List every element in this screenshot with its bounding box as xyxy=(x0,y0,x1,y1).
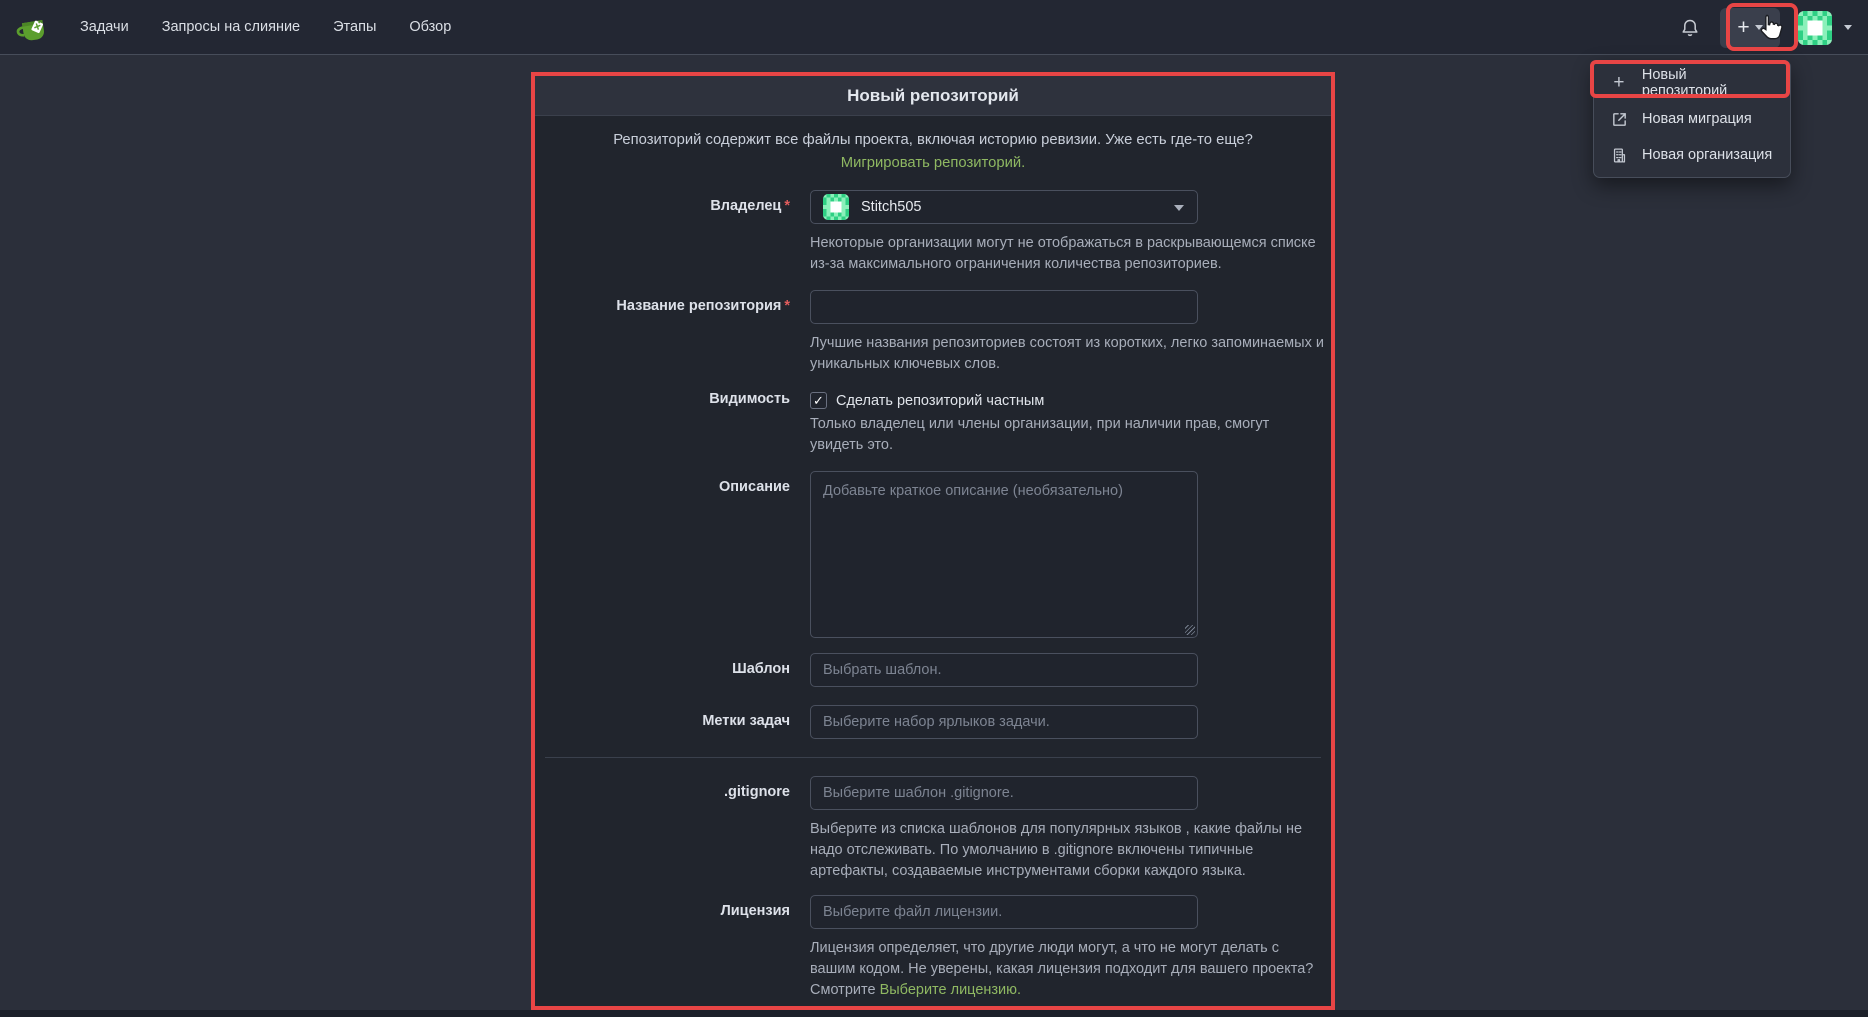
top-navbar: Задачи Запросы на слияние Этапы Обзор + xyxy=(0,0,1868,55)
license-input[interactable] xyxy=(810,895,1198,929)
create-dropdown-menu: + Новый репозиторий Новая миграция Новая… xyxy=(1593,60,1791,178)
create-new-button[interactable]: + xyxy=(1720,8,1780,48)
menu-item-label: Новый репозиторий xyxy=(1642,67,1775,99)
gitignore-input[interactable] xyxy=(810,776,1198,810)
intro-text: Репозиторий содержит все файлы проекта, … xyxy=(613,132,1253,148)
section-divider xyxy=(545,757,1321,758)
gitignore-help-text: Выберите из списка шаблонов для популярн… xyxy=(810,819,1324,882)
avatar-chevron-down-icon[interactable] xyxy=(1844,25,1852,30)
description-row: Описание xyxy=(535,471,1331,638)
panel-intro: Репозиторий содержит все файлы проекта, … xyxy=(535,116,1331,185)
new-repository-form: Владелец* xyxy=(535,185,1331,1001)
menu-item-label: Новая миграция xyxy=(1642,111,1752,127)
visibility-help-text: Только владелец или члены организации, п… xyxy=(810,414,1324,456)
gitignore-row: .gitignore Выберите из списка шаблонов д… xyxy=(535,776,1331,882)
template-label: Шаблон xyxy=(535,653,800,687)
migrate-repository-link[interactable]: Мигрировать репозиторий. xyxy=(841,155,1025,171)
owner-help-text: Некоторые организации могут не отображат… xyxy=(810,233,1324,275)
plus-icon: + xyxy=(1737,17,1749,38)
panel-title: Новый репозиторий xyxy=(535,76,1331,116)
visibility-row: Видимость ✓ Сделать репозиторий частным … xyxy=(535,390,1331,456)
nav-item-explore[interactable]: Обзор xyxy=(409,19,451,35)
repo-name-input[interactable] xyxy=(810,290,1198,324)
issue-labels-label: Метки задач xyxy=(535,705,800,739)
nav-links: Задачи Запросы на слияние Этапы Обзор xyxy=(80,19,451,35)
private-checkbox[interactable]: ✓ xyxy=(810,392,827,409)
required-mark: * xyxy=(784,198,790,214)
issue-labels-row: Метки задач xyxy=(535,705,1331,739)
owner-row: Владелец* xyxy=(535,190,1331,275)
owner-select[interactable]: Stitch505 xyxy=(810,190,1198,224)
organization-icon xyxy=(1609,147,1629,164)
template-row: Шаблон xyxy=(535,653,1331,687)
repo-name-help-text: Лучшие названия репозиториев состоят из … xyxy=(810,333,1324,375)
navbar-right: + xyxy=(1678,0,1852,55)
description-textarea[interactable] xyxy=(810,471,1198,638)
gitignore-label: .gitignore xyxy=(535,776,800,882)
footer-strip xyxy=(0,1010,1868,1017)
user-avatar[interactable] xyxy=(1798,11,1832,45)
license-help-text: Лицензия определяет, что другие люди мог… xyxy=(810,938,1324,1001)
nav-item-milestones[interactable]: Этапы xyxy=(333,19,376,35)
menu-item-label: Новая организация xyxy=(1642,147,1772,163)
new-repository-panel: Новый репозиторий Репозиторий содержит в… xyxy=(531,72,1335,1010)
license-label: Лицензия xyxy=(535,895,800,1001)
migrate-icon xyxy=(1609,111,1629,128)
gitea-logo-icon[interactable] xyxy=(14,7,54,47)
visibility-label: Видимость xyxy=(535,390,800,456)
owner-select-value: Stitch505 xyxy=(861,199,921,215)
choose-license-link[interactable]: Выберите лицензию. xyxy=(880,982,1021,998)
license-row: Лицензия Лицензия определяет, что другие… xyxy=(535,895,1331,1001)
repo-name-label: Название репозитория* xyxy=(535,290,800,375)
nav-item-issues[interactable]: Задачи xyxy=(80,19,129,35)
repo-name-row: Название репозитория* Лучшие названия ре… xyxy=(535,290,1331,375)
nav-item-pull-requests[interactable]: Запросы на слияние xyxy=(162,19,300,35)
description-label: Описание xyxy=(535,471,800,638)
template-input[interactable] xyxy=(810,653,1198,687)
notifications-bell-icon[interactable] xyxy=(1678,16,1702,40)
required-mark: * xyxy=(784,298,790,314)
owner-label: Владелец* xyxy=(535,190,800,275)
chevron-down-icon xyxy=(1174,205,1184,211)
chevron-down-icon xyxy=(1755,25,1763,30)
issue-labels-input[interactable] xyxy=(810,705,1198,739)
menu-item-new-repository[interactable]: + Новый репозиторий xyxy=(1594,65,1790,101)
owner-avatar xyxy=(823,194,849,220)
menu-item-new-organization[interactable]: Новая организация xyxy=(1594,137,1790,173)
plus-icon: + xyxy=(1609,72,1629,94)
private-checkbox-label[interactable]: Сделать репозиторий частным xyxy=(836,393,1044,409)
menu-item-new-migration[interactable]: Новая миграция xyxy=(1594,101,1790,137)
